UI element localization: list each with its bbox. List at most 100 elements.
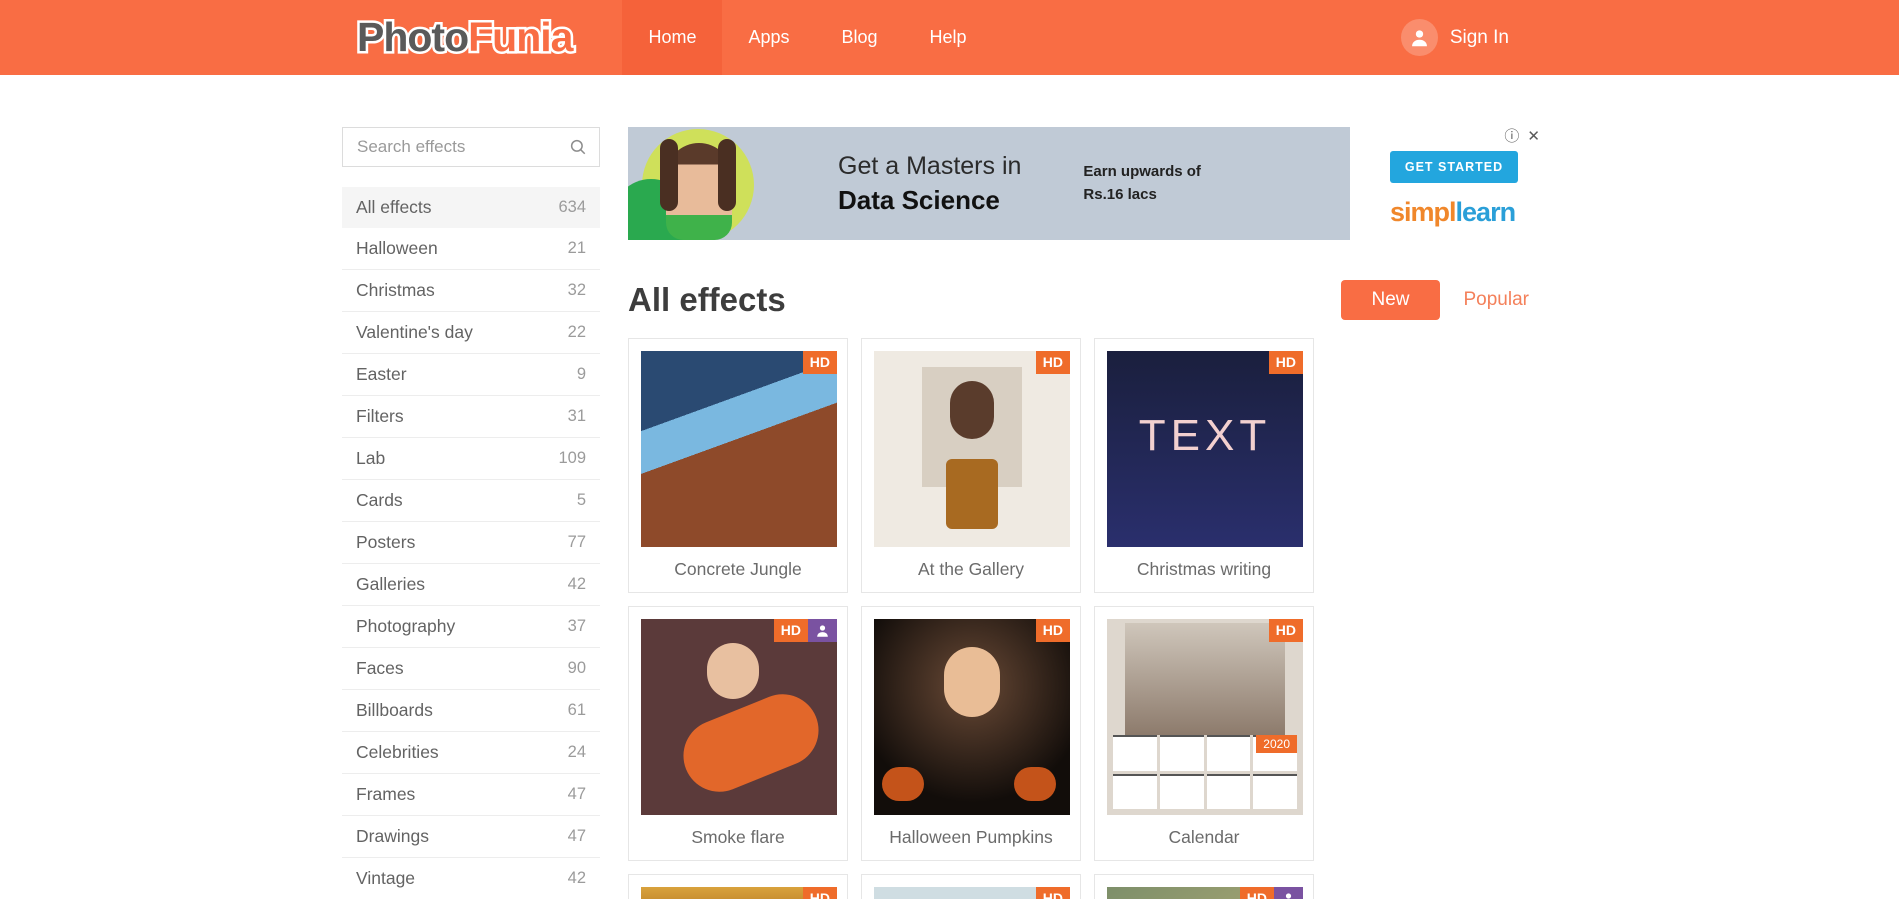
ad-choices-row: ⓘ ✕ bbox=[1390, 127, 1540, 145]
sidebar: All effects 634 Halloween 21 Christmas 32 Vale… bbox=[342, 127, 600, 899]
effect-card[interactable]: HD Concrete Jungle bbox=[628, 338, 848, 593]
sidebar-item-posters[interactable]: Posters 77 bbox=[342, 522, 600, 564]
sort-new-button[interactable]: New bbox=[1341, 280, 1440, 320]
sidebar-item-label: Easter bbox=[356, 364, 407, 384]
effect-card[interactable]: HDRijksmuseum bbox=[628, 874, 848, 899]
sidebar-item-count: 32 bbox=[567, 281, 586, 299]
sidebar-item-label: Faces bbox=[356, 658, 404, 678]
sidebar-item-halloween[interactable]: Halloween 21 bbox=[342, 228, 600, 270]
sidebar-item-label: Photography bbox=[356, 616, 456, 636]
nav-item-blog[interactable]: Blog bbox=[816, 0, 904, 75]
effect-card[interactable]: HD Smoke flare bbox=[628, 606, 848, 861]
simplilearn-logo-part2: learn bbox=[1455, 197, 1517, 227]
sidebar-item-count: 9 bbox=[576, 365, 586, 383]
effect-thumbnail[interactable]: HD bbox=[641, 619, 837, 815]
photofunia-logo[interactable]: Photo Funia bbox=[345, 12, 584, 63]
sidebar-item-count: 109 bbox=[558, 449, 586, 467]
sidebar-item-label: Lab bbox=[356, 448, 386, 468]
sidebar-item-label: Valentine's day bbox=[356, 322, 473, 342]
sidebar-item-galleries[interactable]: Galleries 42 bbox=[342, 564, 600, 606]
sidebar-item-count: 21 bbox=[567, 239, 586, 257]
sidebar-item-christmas[interactable]: Christmas 32 bbox=[342, 270, 600, 312]
nav-item-home[interactable]: Home bbox=[622, 0, 723, 75]
sidebar-item-label: Vintage bbox=[356, 868, 416, 888]
effect-thumbnail[interactable]: HD bbox=[1107, 887, 1303, 899]
sidebar-item-count: 61 bbox=[567, 701, 586, 719]
effect-card[interactable]: HD At the Gallery bbox=[861, 338, 1081, 593]
hd-badge: HD bbox=[802, 351, 837, 375]
ad-side-text: Earn upwards of Rs.16 lacs bbox=[1083, 161, 1201, 206]
nav-item-help[interactable]: Help bbox=[904, 0, 993, 75]
main-content: Get a Masters in Data Science Earn upwar… bbox=[628, 127, 1543, 899]
christmas-text-preview: TEXT bbox=[1138, 411, 1272, 460]
effect-thumbnail[interactable]: 2020 HD bbox=[1107, 619, 1303, 815]
effect-badges: HD bbox=[1239, 887, 1303, 899]
logo-text-photo: Photo bbox=[354, 12, 471, 63]
sidebar-item-filters[interactable]: Filters 31 bbox=[342, 396, 600, 438]
effect-card[interactable]: HD bbox=[1094, 874, 1314, 899]
ad-banner[interactable]: Get a Masters in Data Science Earn upwar… bbox=[628, 127, 1350, 240]
effect-card[interactable]: 2020 HD Calendar bbox=[1094, 606, 1314, 861]
sidebar-item-count: 31 bbox=[567, 407, 586, 425]
hd-badge: HD bbox=[1268, 351, 1303, 375]
sidebar-item-photography[interactable]: Photography 37 bbox=[342, 606, 600, 648]
sidebar-item-valentine-s-day[interactable]: Valentine's day 22 bbox=[342, 312, 600, 354]
sidebar-item-label: Galleries bbox=[356, 574, 426, 594]
logo-text-funia: Funia bbox=[466, 12, 576, 63]
sidebar-item-lab[interactable]: Lab 109 bbox=[342, 438, 600, 480]
sidebar-item-count: 634 bbox=[558, 198, 586, 216]
sidebar-item-label: Christmas bbox=[356, 280, 435, 300]
advertisement: Get a Masters in Data Science Earn upwar… bbox=[628, 127, 1543, 253]
sidebar-item-faces[interactable]: Faces 90 bbox=[342, 648, 600, 690]
sidebar-item-drawings[interactable]: Drawings 47 bbox=[342, 816, 600, 858]
sidebar-item-vintage[interactable]: Vintage 42 bbox=[342, 858, 600, 899]
sidebar-item-celebrities[interactable]: Celebrities 24 bbox=[342, 732, 600, 774]
search-icon[interactable] bbox=[569, 138, 587, 161]
effect-thumbnail[interactable]: HD bbox=[641, 351, 837, 547]
sidebar-item-count: 37 bbox=[567, 617, 586, 635]
effect-thumbnail[interactable]: YOURTEXTHD bbox=[874, 887, 1070, 899]
effect-card[interactable]: TEXT HD Christmas writing bbox=[1094, 338, 1314, 593]
sidebar-item-billboards[interactable]: Billboards 61 bbox=[342, 690, 600, 732]
effect-thumbnail[interactable]: TEXT HD bbox=[1107, 351, 1303, 547]
sidebar-item-count: 77 bbox=[567, 533, 586, 551]
sidebar-item-frames[interactable]: Frames 47 bbox=[342, 774, 600, 816]
sort-popular-button[interactable]: Popular bbox=[1450, 280, 1544, 320]
effect-name: Halloween Pumpkins bbox=[889, 827, 1053, 847]
get-started-button[interactable]: GET STARTED bbox=[1390, 151, 1518, 183]
ad-text-block: Get a Masters in Data Science bbox=[838, 152, 1021, 216]
hd-badge: HD bbox=[773, 619, 808, 643]
ad-model-photo bbox=[628, 127, 758, 240]
ad-headline: Get a Masters in bbox=[838, 151, 1022, 180]
ad-info-icon[interactable]: ⓘ bbox=[1504, 129, 1519, 144]
search-input[interactable] bbox=[343, 137, 599, 157]
main-navigation: Home Apps Blog Help bbox=[622, 0, 992, 75]
effect-thumbnail[interactable]: HD bbox=[874, 619, 1070, 815]
effect-thumbnail[interactable]: HD bbox=[641, 887, 837, 899]
sidebar-item-count: 5 bbox=[576, 491, 586, 509]
sidebar-item-label: Posters bbox=[356, 532, 416, 552]
search-effects-box[interactable] bbox=[342, 127, 600, 167]
user-avatar-icon bbox=[1400, 19, 1438, 56]
category-list: All effects 634 Halloween 21 Christmas 32 Vale… bbox=[342, 187, 600, 899]
sidebar-item-count: 47 bbox=[567, 785, 586, 803]
page-body: All effects 634 Halloween 21 Christmas 32 Vale… bbox=[0, 75, 1899, 899]
ad-close-icon[interactable]: ✕ bbox=[1527, 129, 1540, 144]
effect-name: Smoke flare bbox=[691, 827, 785, 847]
effect-name: At the Gallery bbox=[917, 559, 1025, 579]
effect-card[interactable]: HD Halloween Pumpkins bbox=[861, 606, 1081, 861]
effect-thumbnail[interactable]: HD bbox=[874, 351, 1070, 547]
hd-badge: HD bbox=[1035, 619, 1070, 643]
nav-item-apps[interactable]: Apps bbox=[722, 0, 815, 75]
sidebar-item-easter[interactable]: Easter 9 bbox=[342, 354, 600, 396]
sidebar-item-label: Halloween bbox=[356, 238, 438, 258]
effect-card[interactable]: YOURTEXTHDSurfing Board bbox=[861, 874, 1081, 899]
effect-name: Calendar bbox=[1168, 827, 1240, 847]
sidebar-item-cards[interactable]: Cards 5 bbox=[342, 480, 600, 522]
effect-badges: HD bbox=[1035, 351, 1070, 375]
sign-in-button[interactable]: Sign In bbox=[1400, 19, 1509, 56]
simplilearn-logo-part1: simpl bbox=[1390, 197, 1457, 227]
sidebar-item-all-effects[interactable]: All effects 634 bbox=[342, 187, 600, 228]
effect-badges: HD bbox=[802, 887, 837, 899]
effect-badges: HD bbox=[1035, 887, 1070, 899]
